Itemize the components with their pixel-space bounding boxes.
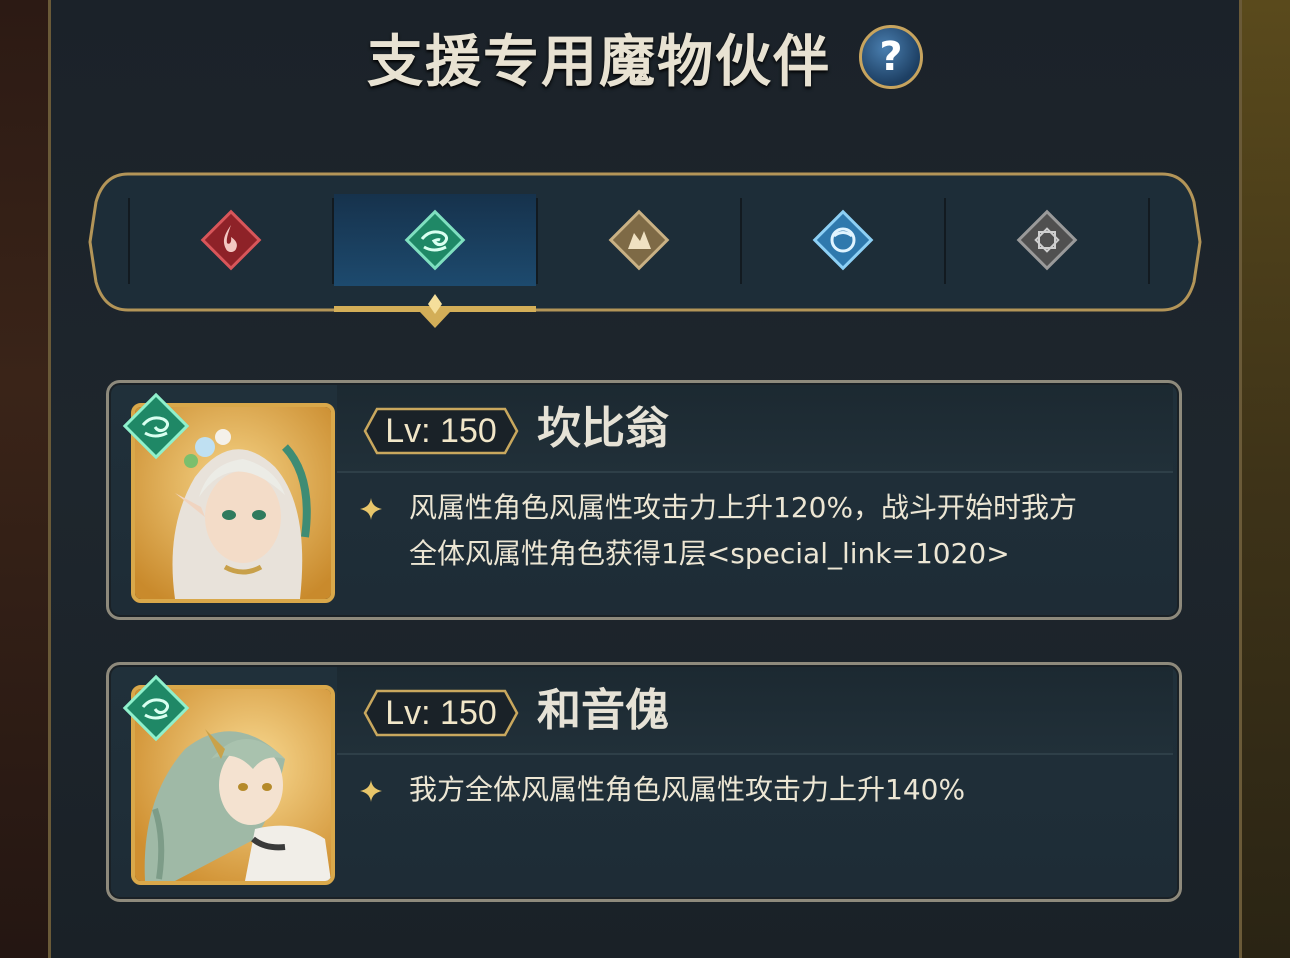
skill-description: 风属性角色风属性攻击力上升120%，战斗开始时我方 全体风属性角色获得1层<sp… <box>409 485 1149 577</box>
monster-name: 和音傀 <box>537 685 669 736</box>
wind-element-icon <box>122 392 190 460</box>
tab-wind[interactable] <box>334 194 536 286</box>
level-badge: Lv: 150 <box>363 407 519 455</box>
monster-card[interactable]: Lv: 150 和音傀 我方全体风属性角色风属性攻击力上升140% <box>106 662 1182 902</box>
wind-element-icon <box>404 209 466 271</box>
page-title: 支援专用魔物伙伴 <box>367 28 831 95</box>
level-text: Lv: 150 <box>385 411 497 450</box>
wind-element-icon <box>122 674 190 742</box>
earth-element-icon <box>608 209 670 271</box>
neutral-element-icon <box>1016 209 1078 271</box>
tab-divider <box>1148 198 1150 284</box>
description-line: 我方全体风属性角色风属性攻击力上升140% <box>409 773 966 806</box>
tab-fire[interactable] <box>130 194 332 286</box>
level-badge: Lv: 150 <box>363 689 519 737</box>
element-tab-bar <box>88 172 1202 312</box>
tab-water[interactable] <box>742 194 944 286</box>
tab-neutral[interactable] <box>946 194 1148 286</box>
description-line: 全体风属性角色获得1层<special_link=1020> <box>409 537 1010 570</box>
background-right <box>1242 0 1290 958</box>
skill-description: 我方全体风属性角色风属性攻击力上升140% <box>409 767 1149 813</box>
monster-name: 坎比翁 <box>537 403 669 454</box>
background-left <box>0 0 48 958</box>
question-mark-icon: ? <box>879 34 903 80</box>
tab-earth[interactable] <box>538 194 740 286</box>
fire-element-icon <box>200 209 262 271</box>
selected-tab-indicator <box>334 294 536 328</box>
sparkle-icon <box>360 780 382 802</box>
help-button[interactable]: ? <box>859 25 923 89</box>
title-bar: 支援专用魔物伙伴 ? <box>0 22 1290 95</box>
description-line: 风属性角色风属性攻击力上升120%，战斗开始时我方 <box>409 491 1078 524</box>
monster-card[interactable]: Lv: 150 坎比翁 风属性角色风属性攻击力上升120%，战斗开始时我方 全体… <box>106 380 1182 620</box>
level-text: Lv: 150 <box>385 693 497 732</box>
water-element-icon <box>812 209 874 271</box>
sparkle-icon <box>360 498 382 520</box>
